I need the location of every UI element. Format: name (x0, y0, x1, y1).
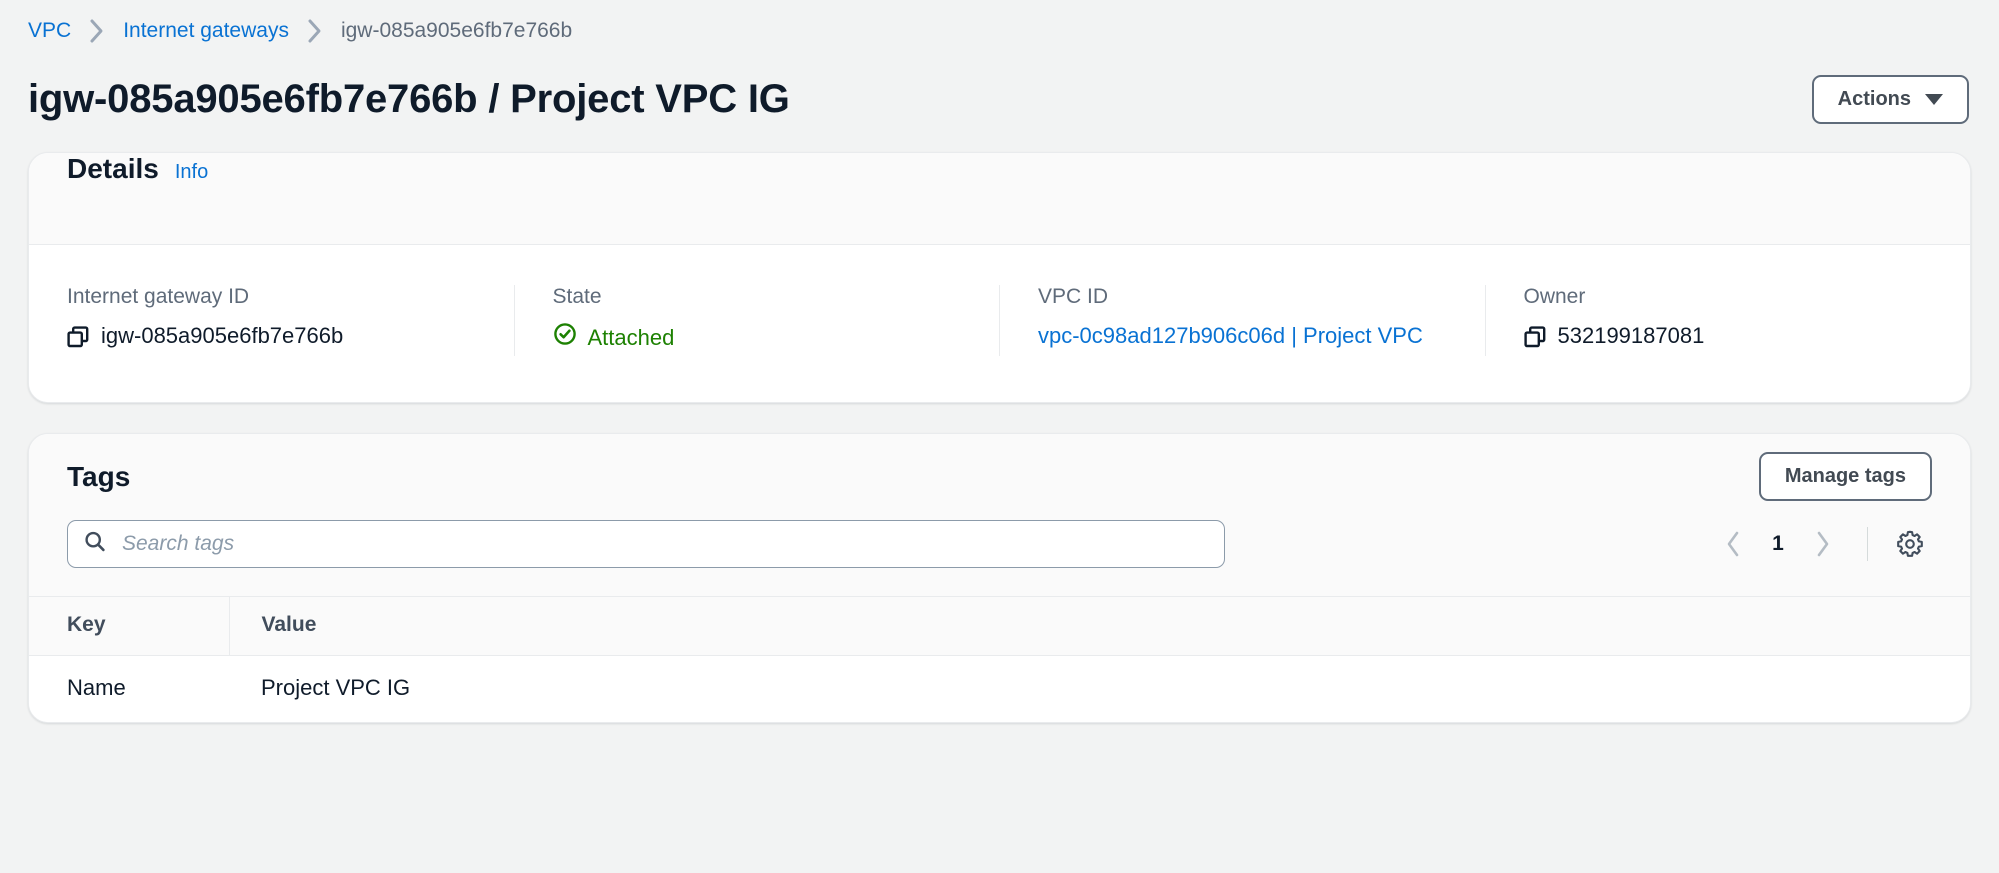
breadcrumb-item-vpc[interactable]: VPC (28, 19, 71, 43)
internet-gateway-id-value: igw-085a905e6fb7e766b (101, 322, 343, 351)
detail-field-state: State Attached (514, 285, 1000, 356)
details-title: Details (67, 153, 159, 185)
detail-field-vpc-id: VPC ID vpc-0c98ad127b906c06d | Project V… (999, 285, 1485, 356)
manage-tags-button[interactable]: Manage tags (1759, 452, 1932, 501)
status-positive-icon (553, 322, 577, 354)
tags-card: Tags Manage tags (28, 433, 1971, 723)
tags-table-body: Name Project VPC IG (29, 655, 1970, 722)
detail-value: Attached (553, 322, 962, 354)
tags-header-top: Tags Manage tags (67, 434, 1932, 520)
detail-label: VPC ID (1038, 285, 1447, 309)
owner-value: 532199187081 (1558, 322, 1705, 351)
manage-tags-label: Manage tags (1785, 465, 1906, 488)
pagination-previous-button[interactable] (1709, 520, 1757, 568)
pagination-page-1[interactable]: 1 (1761, 520, 1795, 568)
details-card-header: Details Info (29, 153, 1970, 245)
detail-label: Owner (1524, 285, 1933, 309)
search-tags-input[interactable] (67, 520, 1225, 568)
gear-icon[interactable] (1888, 522, 1932, 566)
detail-value: 532199187081 (1524, 322, 1933, 356)
detail-label: State (553, 285, 962, 309)
detail-field-internet-gateway-id: Internet gateway ID igw-085a905e6fb7e766… (29, 285, 514, 356)
detail-label: Internet gateway ID (67, 285, 476, 309)
search-tags-container (67, 520, 1225, 568)
details-card: Details Info Internet gateway ID igw-085… (28, 152, 1971, 403)
column-header-value[interactable]: Value (229, 596, 1970, 655)
breadcrumb-item-current: igw-085a905e6fb7e766b (341, 19, 572, 43)
state-value: Attached (588, 324, 675, 353)
breadcrumb-item-internet-gateways[interactable]: Internet gateways (123, 19, 289, 43)
vpc-id-link[interactable]: vpc-0c98ad127b906c06d | Project VPC (1038, 322, 1423, 351)
tag-value-cell: Project VPC IG (229, 655, 1970, 722)
chevron-right-icon (71, 18, 123, 44)
actions-button[interactable]: Actions (1812, 75, 1969, 124)
copy-icon[interactable] (1524, 326, 1546, 356)
detail-value: vpc-0c98ad127b906c06d | Project VPC (1038, 322, 1438, 351)
page-title: igw-085a905e6fb7e766b / Project VPC IG (28, 77, 790, 122)
copy-icon[interactable] (67, 326, 89, 356)
actions-button-label: Actions (1838, 88, 1911, 111)
tags-table-head: Key Value (29, 596, 1970, 655)
table-header-row: Key Value (29, 596, 1970, 655)
table-row[interactable]: Name Project VPC IG (29, 655, 1970, 722)
detail-value: igw-085a905e6fb7e766b (67, 322, 476, 356)
details-body: Internet gateway ID igw-085a905e6fb7e766… (29, 245, 1970, 402)
vpc-internet-gateway-detail-page: VPC Internet gateways igw-085a905e6fb7e7… (0, 0, 1999, 873)
status-badge: Attached (553, 322, 675, 354)
tags-table: Key Value Name Project VPC IG (29, 596, 1970, 722)
details-info-link[interactable]: Info (175, 161, 208, 184)
breadcrumb: VPC Internet gateways igw-085a905e6fb7e7… (28, 0, 1971, 62)
tags-toolbar: 1 (67, 520, 1932, 596)
page-header: igw-085a905e6fb7e766b / Project VPC IG A… (28, 62, 1971, 136)
tags-pagination: 1 (1709, 520, 1932, 568)
tags-title: Tags (67, 461, 130, 493)
chevron-right-icon (289, 18, 341, 44)
column-header-key[interactable]: Key (29, 596, 229, 655)
tag-key-cell: Name (29, 655, 229, 722)
tags-card-header: Tags Manage tags (29, 434, 1970, 596)
detail-field-owner: Owner 532199187081 (1485, 285, 1971, 356)
pagination-next-button[interactable] (1799, 520, 1847, 568)
chevron-down-icon (1925, 94, 1943, 105)
pagination-divider (1867, 527, 1868, 561)
